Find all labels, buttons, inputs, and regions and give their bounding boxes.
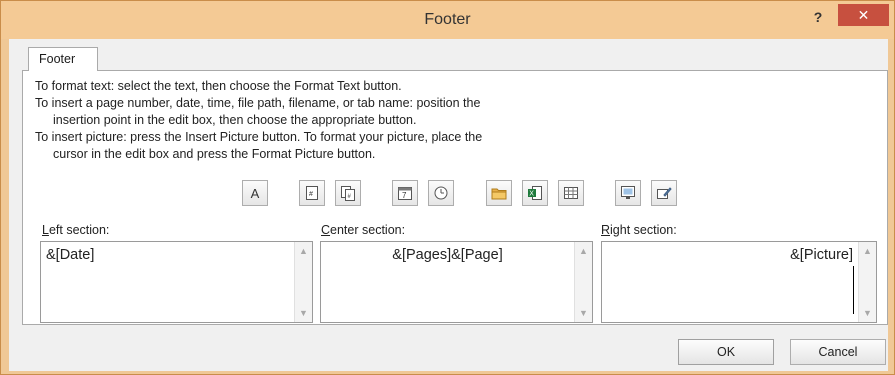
insert-file-path-button[interactable] bbox=[486, 180, 512, 206]
center-section-label-text: enter section: bbox=[330, 223, 406, 237]
format-picture-button[interactable] bbox=[651, 180, 677, 206]
insert-file-name-icon: X bbox=[528, 186, 542, 200]
instruction-line: To insert picture: press the Insert Pict… bbox=[35, 130, 483, 144]
scroll-down-icon[interactable]: ▼ bbox=[295, 306, 312, 320]
right-section-label-text: ight section: bbox=[610, 223, 677, 237]
format-text-icon: A bbox=[250, 186, 260, 201]
svg-text:X: X bbox=[529, 191, 534, 198]
right-section-accelerator: R bbox=[601, 223, 611, 237]
format-text-button[interactable]: A bbox=[242, 180, 268, 206]
tab-footer[interactable]: Footer bbox=[28, 47, 98, 71]
left-section-accelerator: L bbox=[42, 223, 49, 237]
left-section-label-text: eft section: bbox=[48, 223, 110, 237]
svg-text:7: 7 bbox=[402, 191, 407, 200]
insert-sheet-name-icon bbox=[564, 187, 578, 199]
text-caret bbox=[853, 266, 854, 314]
center-section-label: Center section: bbox=[321, 223, 405, 237]
insert-picture-icon bbox=[621, 186, 635, 199]
scroll-down-icon[interactable]: ▼ bbox=[575, 306, 592, 320]
right-section-label: Right section: bbox=[601, 223, 677, 237]
cancel-button[interactable]: Cancel bbox=[790, 339, 886, 365]
left-section-value: &[Date] bbox=[46, 247, 95, 263]
center-section-edit-box[interactable]: &[Pages]&[Page] ▲ ▼ bbox=[320, 241, 593, 323]
scroll-up-icon[interactable]: ▲ bbox=[575, 244, 592, 258]
left-section-edit-box[interactable]: &[Date] ▲ ▼ bbox=[40, 241, 313, 323]
insert-number-of-pages-icon: # bbox=[341, 186, 355, 201]
left-section-label: Left section: bbox=[42, 223, 109, 237]
instruction-line: cursor in the edit box and press the For… bbox=[53, 147, 376, 161]
insert-page-number-button[interactable]: # bbox=[299, 180, 325, 206]
svg-text:#: # bbox=[309, 191, 313, 198]
insert-file-name-button[interactable]: X bbox=[522, 180, 548, 206]
insert-number-of-pages-button[interactable]: # bbox=[335, 180, 361, 206]
tab-panel: To format text: select the text, then ch… bbox=[22, 70, 888, 325]
instruction-line: insertion point in the edit box, then ch… bbox=[53, 113, 417, 127]
close-button[interactable]: ✕ bbox=[838, 4, 889, 26]
instruction-line: To insert a page number, date, time, fil… bbox=[35, 96, 481, 110]
insert-date-button[interactable]: 7 bbox=[392, 180, 418, 206]
center-section-value: &[Pages]&[Page] bbox=[392, 247, 503, 263]
center-section-accelerator: C bbox=[321, 223, 331, 237]
insert-date-icon: 7 bbox=[398, 187, 412, 200]
insert-sheet-name-button[interactable] bbox=[558, 180, 584, 206]
left-section-scrollbar[interactable]: ▲ ▼ bbox=[294, 242, 312, 322]
instruction-line: To format text: select the text, then ch… bbox=[35, 79, 402, 93]
dialog-title: Footer bbox=[424, 11, 471, 28]
insert-picture-button[interactable] bbox=[615, 180, 641, 206]
scroll-up-icon[interactable]: ▲ bbox=[295, 244, 312, 258]
ok-button[interactable]: OK bbox=[678, 339, 774, 365]
scroll-up-icon[interactable]: ▲ bbox=[859, 244, 876, 258]
footer-dialog: Footer ? ✕ Footer To format text: select… bbox=[0, 0, 895, 375]
help-button[interactable]: ? bbox=[801, 7, 835, 29]
insert-file-path-icon bbox=[491, 188, 507, 200]
center-section-scrollbar[interactable]: ▲ ▼ bbox=[574, 242, 592, 322]
insert-time-button[interactable] bbox=[428, 180, 454, 206]
format-picture-icon bbox=[657, 187, 672, 199]
right-section-scrollbar[interactable]: ▲ ▼ bbox=[858, 242, 876, 322]
right-section-value: &[Picture] bbox=[790, 247, 853, 263]
title-bar[interactable]: Footer ? ✕ bbox=[1, 1, 894, 39]
insert-page-number-icon: # bbox=[306, 186, 318, 200]
instructions-text: To format text: select the text, then ch… bbox=[35, 78, 875, 163]
right-section-edit-box[interactable]: &[Picture] ▲ ▼ bbox=[601, 241, 877, 323]
insert-time-icon bbox=[434, 186, 448, 200]
scroll-down-icon[interactable]: ▼ bbox=[859, 306, 876, 320]
dialog-client-area: Footer To format text: select the text, … bbox=[9, 39, 888, 371]
